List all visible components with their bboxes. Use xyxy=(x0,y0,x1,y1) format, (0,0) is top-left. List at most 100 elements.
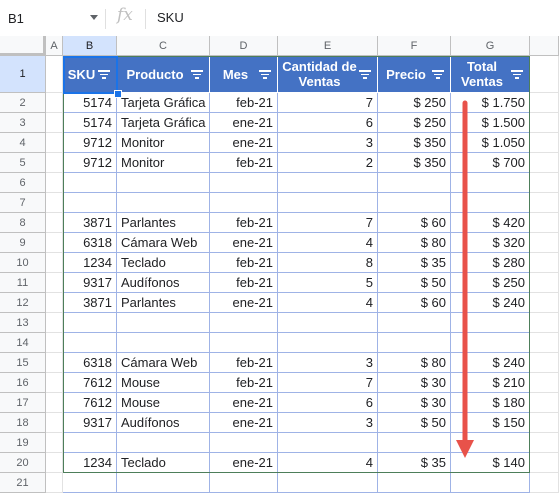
table-cell-mes[interactable] xyxy=(210,193,278,213)
cell[interactable] xyxy=(46,153,63,173)
row-header-5[interactable]: 5 xyxy=(0,153,46,173)
row-header-20[interactable]: 20 xyxy=(0,453,46,473)
table-cell-producto[interactable]: Tarjeta Gráfica xyxy=(117,93,210,113)
table-cell-sku[interactable]: 3871 xyxy=(63,213,117,233)
table-cell-mes[interactable]: feb-21 xyxy=(210,213,278,233)
table-cell-total[interactable]: $ 180 xyxy=(451,393,530,413)
cell[interactable] xyxy=(530,273,559,293)
table-cell-producto[interactable]: Mouse xyxy=(117,393,210,413)
table-cell-sku[interactable] xyxy=(63,473,117,493)
cell[interactable] xyxy=(46,193,63,213)
table-cell-total[interactable]: $ 250 xyxy=(451,273,530,293)
cell[interactable] xyxy=(46,113,63,133)
table-cell-precio[interactable]: $ 350 xyxy=(378,133,451,153)
table-cell-total[interactable]: $ 420 xyxy=(451,213,530,233)
cell[interactable] xyxy=(46,433,63,453)
table-cell-mes[interactable] xyxy=(210,313,278,333)
table-cell-precio[interactable]: $ 60 xyxy=(378,213,451,233)
cell[interactable] xyxy=(46,473,63,493)
cell[interactable] xyxy=(46,253,63,273)
table-cell-cantidad[interactable]: 6 xyxy=(278,393,378,413)
table-cell-sku[interactable] xyxy=(63,193,117,213)
table-cell-cantidad[interactable]: 7 xyxy=(278,373,378,393)
cell[interactable] xyxy=(46,293,63,313)
row-header-2[interactable]: 2 xyxy=(0,93,46,113)
table-cell-mes[interactable]: ene-21 xyxy=(210,133,278,153)
table-cell-producto[interactable]: Monitor xyxy=(117,153,210,173)
table-cell-total[interactable]: $ 140 xyxy=(451,453,530,473)
cell[interactable] xyxy=(46,56,63,93)
cell[interactable] xyxy=(46,453,63,473)
table-cell-total[interactable] xyxy=(451,193,530,213)
chevron-down-icon[interactable] xyxy=(90,15,98,20)
table-cell-producto[interactable]: Monitor xyxy=(117,133,210,153)
cell[interactable] xyxy=(530,473,559,493)
table-cell-total[interactable]: $ 240 xyxy=(451,353,530,373)
table-cell-precio[interactable]: $ 35 xyxy=(378,253,451,273)
row-header-4[interactable]: 4 xyxy=(0,133,46,153)
table-cell-sku[interactable]: 1234 xyxy=(63,253,117,273)
table-cell-precio[interactable]: $ 30 xyxy=(378,373,451,393)
column-header-g[interactable]: G xyxy=(451,36,530,56)
row-header-17[interactable]: 17 xyxy=(0,393,46,413)
table-cell-producto[interactable]: Tarjeta Gráfica xyxy=(117,113,210,133)
header-cell-total[interactable]: Total Ventas xyxy=(451,56,530,93)
table-cell-precio[interactable]: $ 80 xyxy=(378,233,451,253)
table-cell-cantidad[interactable] xyxy=(278,313,378,333)
table-cell-sku[interactable]: 9317 xyxy=(63,413,117,433)
table-cell-total[interactable]: $ 700 xyxy=(451,153,530,173)
row-header-12[interactable]: 12 xyxy=(0,293,46,313)
row-header-14[interactable]: 14 xyxy=(0,333,46,353)
cell[interactable] xyxy=(46,413,63,433)
table-cell-sku[interactable]: 5174 xyxy=(63,113,117,133)
table-cell-precio[interactable] xyxy=(378,313,451,333)
fill-handle[interactable] xyxy=(114,90,122,98)
table-cell-total[interactable] xyxy=(451,473,530,493)
cell[interactable] xyxy=(46,133,63,153)
table-cell-cantidad[interactable]: 3 xyxy=(278,133,378,153)
table-cell-cantidad[interactable] xyxy=(278,473,378,493)
table-cell-sku[interactable]: 6318 xyxy=(63,233,117,253)
header-cell-producto[interactable]: Producto xyxy=(117,56,210,93)
table-cell-sku[interactable]: 7612 xyxy=(63,393,117,413)
table-cell-sku[interactable]: 3871 xyxy=(63,293,117,313)
cell[interactable] xyxy=(530,293,559,313)
table-cell-precio[interactable]: $ 30 xyxy=(378,393,451,413)
column-header-a[interactable]: A xyxy=(46,36,63,56)
table-cell-mes[interactable]: feb-21 xyxy=(210,153,278,173)
row-header-19[interactable]: 19 xyxy=(0,433,46,453)
table-cell-cantidad[interactable]: 8 xyxy=(278,253,378,273)
table-cell-mes[interactable]: ene-21 xyxy=(210,413,278,433)
row-header-3[interactable]: 3 xyxy=(0,113,46,133)
table-cell-sku[interactable] xyxy=(63,333,117,353)
column-header-b[interactable]: B xyxy=(63,36,117,56)
column-header-d[interactable]: D xyxy=(210,36,278,56)
table-cell-producto[interactable] xyxy=(117,193,210,213)
row-header-13[interactable]: 13 xyxy=(0,313,46,333)
cell[interactable] xyxy=(530,213,559,233)
table-cell-precio[interactable]: $ 35 xyxy=(378,453,451,473)
table-cell-precio[interactable]: $ 50 xyxy=(378,273,451,293)
table-cell-mes[interactable]: feb-21 xyxy=(210,273,278,293)
table-cell-mes[interactable] xyxy=(210,173,278,193)
table-cell-precio[interactable] xyxy=(378,473,451,493)
cell[interactable] xyxy=(46,333,63,353)
header-cell-sku[interactable]: SKU xyxy=(63,56,117,93)
table-cell-cantidad[interactable]: 5 xyxy=(278,273,378,293)
cell[interactable] xyxy=(46,373,63,393)
table-cell-producto[interactable] xyxy=(117,473,210,493)
table-cell-producto[interactable] xyxy=(117,313,210,333)
table-cell-cantidad[interactable]: 2 xyxy=(278,153,378,173)
table-cell-total[interactable]: $ 1.050 xyxy=(451,133,530,153)
table-cell-precio[interactable]: $ 60 xyxy=(378,293,451,313)
table-cell-cantidad[interactable] xyxy=(278,173,378,193)
table-cell-producto[interactable]: Parlantes xyxy=(117,293,210,313)
table-cell-sku[interactable]: 9712 xyxy=(63,153,117,173)
cell[interactable] xyxy=(530,333,559,353)
table-cell-total[interactable]: $ 150 xyxy=(451,413,530,433)
cell[interactable] xyxy=(530,413,559,433)
table-cell-sku[interactable] xyxy=(63,313,117,333)
table-cell-precio[interactable] xyxy=(378,333,451,353)
cell[interactable] xyxy=(530,193,559,213)
table-cell-producto[interactable]: Audífonos xyxy=(117,273,210,293)
